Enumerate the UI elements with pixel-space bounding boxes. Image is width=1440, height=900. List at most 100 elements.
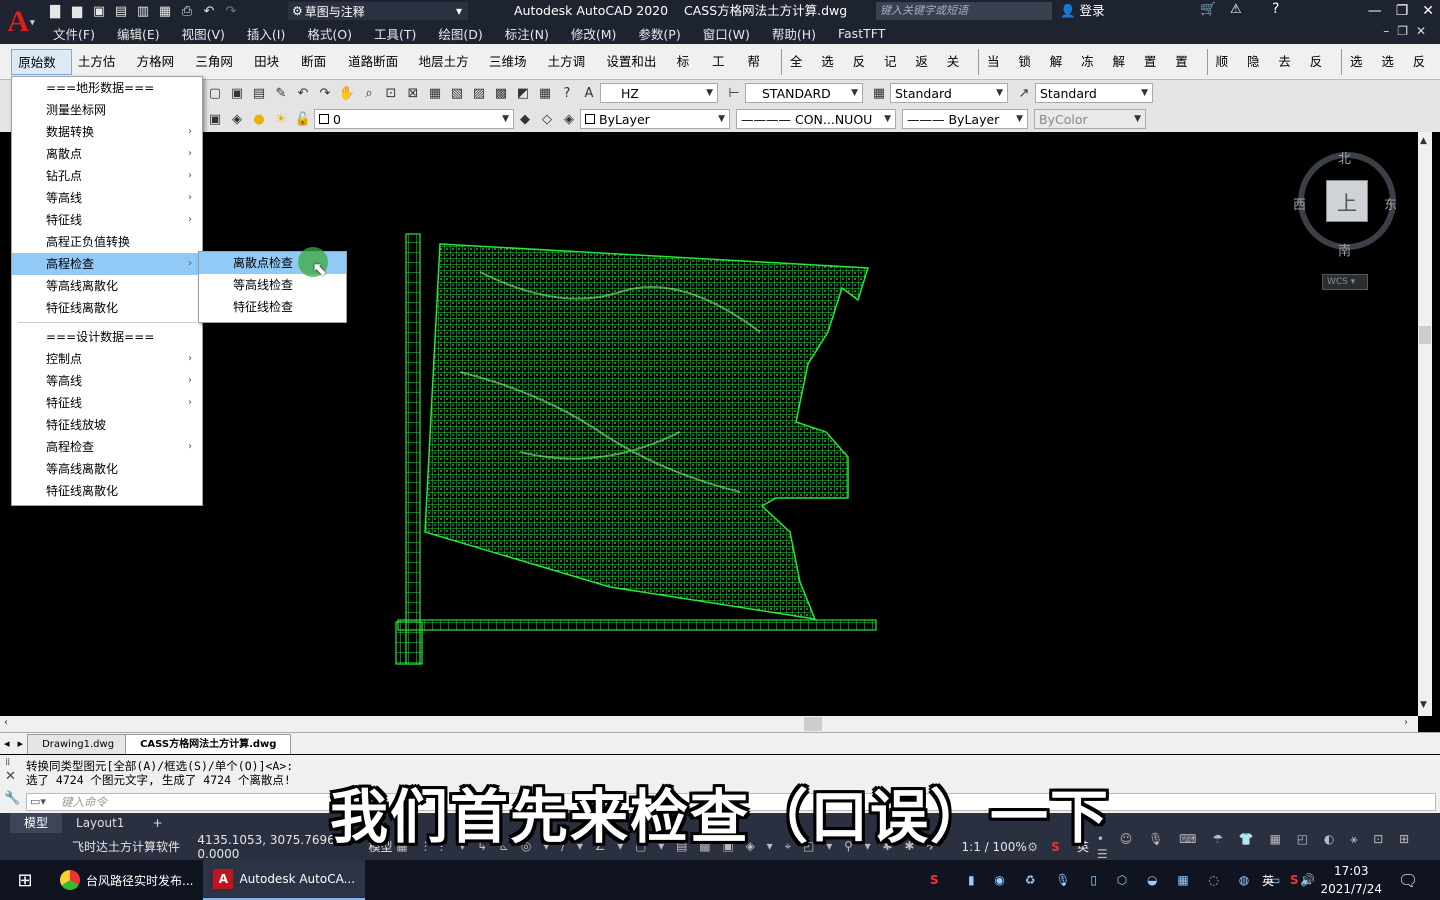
layer-tool-button[interactable]: 解锁 (1046, 49, 1077, 95)
cass-menu-item[interactable]: 方格网法 (131, 49, 190, 95)
sheet-set-icon[interactable]: ▩ (491, 83, 511, 103)
dropdown-item[interactable]: 高程检查 › (12, 253, 202, 275)
save-as-icon[interactable]: ▤ (112, 2, 130, 20)
layer-tool-button[interactable]: 顺序 (1212, 49, 1243, 95)
cass-menu-item[interactable]: 三角网法 (189, 49, 248, 95)
taskbar-ime-label[interactable]: 英 (1262, 872, 1274, 889)
cart-icon[interactable]: 🛒 (1200, 2, 1216, 17)
layer-tool-button[interactable]: 记层 (880, 49, 911, 95)
mleader-style-combo[interactable]: Standard ▼ (1035, 83, 1153, 103)
login-button[interactable]: 👤 登录 (1060, 0, 1105, 22)
sun-icon[interactable]: ☀ (271, 109, 291, 129)
layer-tool-button[interactable]: 去隐 (1274, 49, 1305, 95)
cass-menu-item[interactable]: 土方估算 (72, 49, 131, 95)
bulb-icon[interactable]: ● (249, 109, 269, 129)
linetype-combo[interactable]: ———— CON...NUOU ▼ (736, 109, 896, 129)
lock-icon[interactable]: 🔓 (293, 109, 313, 129)
layer-tool-button[interactable]: 隐藏 (1243, 49, 1274, 95)
zoom-window-icon[interactable]: ⊡ (381, 83, 401, 103)
tab-scroll-right-icon[interactable]: ▸ (14, 737, 28, 750)
layer-manager-icon[interactable]: ▣ (205, 109, 225, 129)
layer-combo[interactable]: 0 ▼ (314, 109, 514, 129)
tab-cass-file[interactable]: CASS方格网法土方计算.dwg (125, 733, 292, 754)
design-center-icon[interactable]: ▧ (447, 83, 467, 103)
save-icon[interactable]: ▣ (90, 2, 108, 20)
color-combo[interactable]: ByLayer ▼ (580, 109, 730, 129)
text-style-combo[interactable]: HZ ▼ (600, 83, 718, 103)
layer-tool-button[interactable]: 关闭 (943, 49, 974, 95)
arrow-up-icon[interactable]: ▲ (1420, 136, 1427, 146)
cass-menu-item[interactable]: 断面法 (295, 49, 342, 95)
pan-icon[interactable]: ✋ (337, 83, 357, 103)
wcs-menu[interactable]: WCS ▾ (1322, 274, 1368, 290)
menu-item[interactable]: FastTFT (827, 26, 896, 41)
layer-tool-button[interactable]: 反隐 (1306, 49, 1337, 95)
cass-menu-item[interactable]: 三维场地 (483, 49, 542, 95)
tab-drawing1[interactable]: Drawing1.dwg (27, 733, 130, 754)
layer-tool-button[interactable]: 选显 (817, 49, 848, 95)
viewcube-top-face[interactable]: 上 (1326, 180, 1368, 222)
document-window-controls[interactable]: –❐✕ (1383, 24, 1434, 38)
zoom-realtime-icon[interactable]: ⌕ (359, 83, 379, 103)
lineweight-combo[interactable]: ——— ByLayer ▼ (902, 109, 1028, 129)
windows-start-icon[interactable]: ⊞ (0, 870, 50, 891)
dropdown-item[interactable]: 测量坐标网 (12, 99, 202, 121)
cass-menu-item[interactable]: 地层土方量 (413, 49, 483, 95)
compass-east[interactable]: 东 (1384, 194, 1397, 213)
taskbar-item-chrome[interactable]: 台风路径实时发布... (50, 860, 203, 900)
dropdown-item[interactable]: 高程正负值转换 (12, 231, 202, 253)
search-input[interactable]: 键入关键字或短语 (876, 2, 1052, 20)
vertical-scrollbar[interactable]: ▲ ▼ (1418, 132, 1432, 716)
dropdown-item[interactable]: 特征线 › (12, 209, 202, 231)
layer-previous-icon[interactable]: ◇ (537, 109, 557, 129)
dropdown-item[interactable]: 等高线离散化 (12, 458, 202, 480)
properties-icon[interactable]: ▦ (425, 83, 445, 103)
layer-tool-button[interactable]: 返层 (911, 49, 942, 95)
make-current-icon[interactable]: ◆ (515, 109, 535, 129)
compass-south[interactable]: 南 (1338, 240, 1351, 259)
layer-tool-button[interactable]: 锁层 (1014, 49, 1045, 95)
dropdown-item[interactable]: 高程检查 › (12, 436, 202, 458)
print-icon[interactable]: ⎙ (178, 2, 196, 20)
menu-item[interactable]: 标注(N) (494, 24, 560, 43)
sogou-icon[interactable]: S (1290, 873, 1299, 887)
share-icon[interactable]: ⚠ (1230, 2, 1242, 17)
undo-icon[interactable]: ↶ (293, 83, 313, 103)
dropdown-item[interactable]: 钻孔点 › (12, 165, 202, 187)
restore-icon[interactable]: ❐ (1396, 3, 1409, 19)
layer-state-icon[interactable]: ◈ (227, 109, 247, 129)
menu-item[interactable]: 插入(I) (236, 24, 296, 43)
help-icon[interactable]: ? (1272, 1, 1279, 17)
help-icon[interactable]: ? (557, 83, 577, 103)
dropdown-item[interactable]: 特征线放坡 (12, 414, 202, 436)
open-folder-icon[interactable]: ▆ (68, 2, 86, 20)
match-properties-icon[interactable]: ▤ (249, 83, 269, 103)
dropdown-item[interactable]: ===地形数据=== (12, 77, 202, 99)
calculator-icon[interactable]: ▦ (535, 83, 555, 103)
dropdown-item[interactable]: 特征线离散化 (12, 297, 202, 319)
layer-tool-button[interactable]: 选层 (1377, 49, 1408, 95)
cass-menu-item[interactable]: 原始数据 (11, 48, 72, 96)
undo-icon[interactable]: ↶ (200, 2, 218, 20)
horizontal-scrollbar[interactable]: ‹ › (0, 716, 1418, 732)
layer-tool-button[interactable]: 当前 (983, 49, 1014, 95)
drawing-canvas[interactable] (0, 132, 1418, 716)
menu-item[interactable]: 格式(O) (296, 24, 363, 43)
cass-menu-item[interactable]: 标注 (671, 49, 706, 95)
paste-icon[interactable]: ▣ (227, 83, 247, 103)
sogou-tray-icon[interactable]: S (930, 873, 939, 887)
cass-menu-item[interactable]: 帮助 (742, 49, 777, 95)
minimize-icon[interactable]: — (1368, 3, 1382, 19)
layer-tool-button[interactable]: 冻层 (1077, 49, 1108, 95)
dropdown-item[interactable]: 特征线 › (12, 392, 202, 414)
markup-icon[interactable]: ◩ (513, 83, 533, 103)
layer-tool-button[interactable]: 置底 (1171, 49, 1202, 95)
dim-style-combo[interactable]: STANDARD ▼ (745, 83, 863, 103)
layer-tool-button[interactable]: 置顶 (1140, 49, 1171, 95)
arrow-left-icon[interactable]: ‹ (4, 717, 8, 728)
brush-icon[interactable]: ✎ (271, 83, 291, 103)
layer-tool-button[interactable]: 全显 (786, 49, 817, 95)
dropdown-item[interactable]: 等高线离散化 (12, 275, 202, 297)
menu-item[interactable]: 修改(M) (560, 24, 628, 43)
plotstyle-combo[interactable]: ByColor ▼ (1034, 109, 1146, 129)
